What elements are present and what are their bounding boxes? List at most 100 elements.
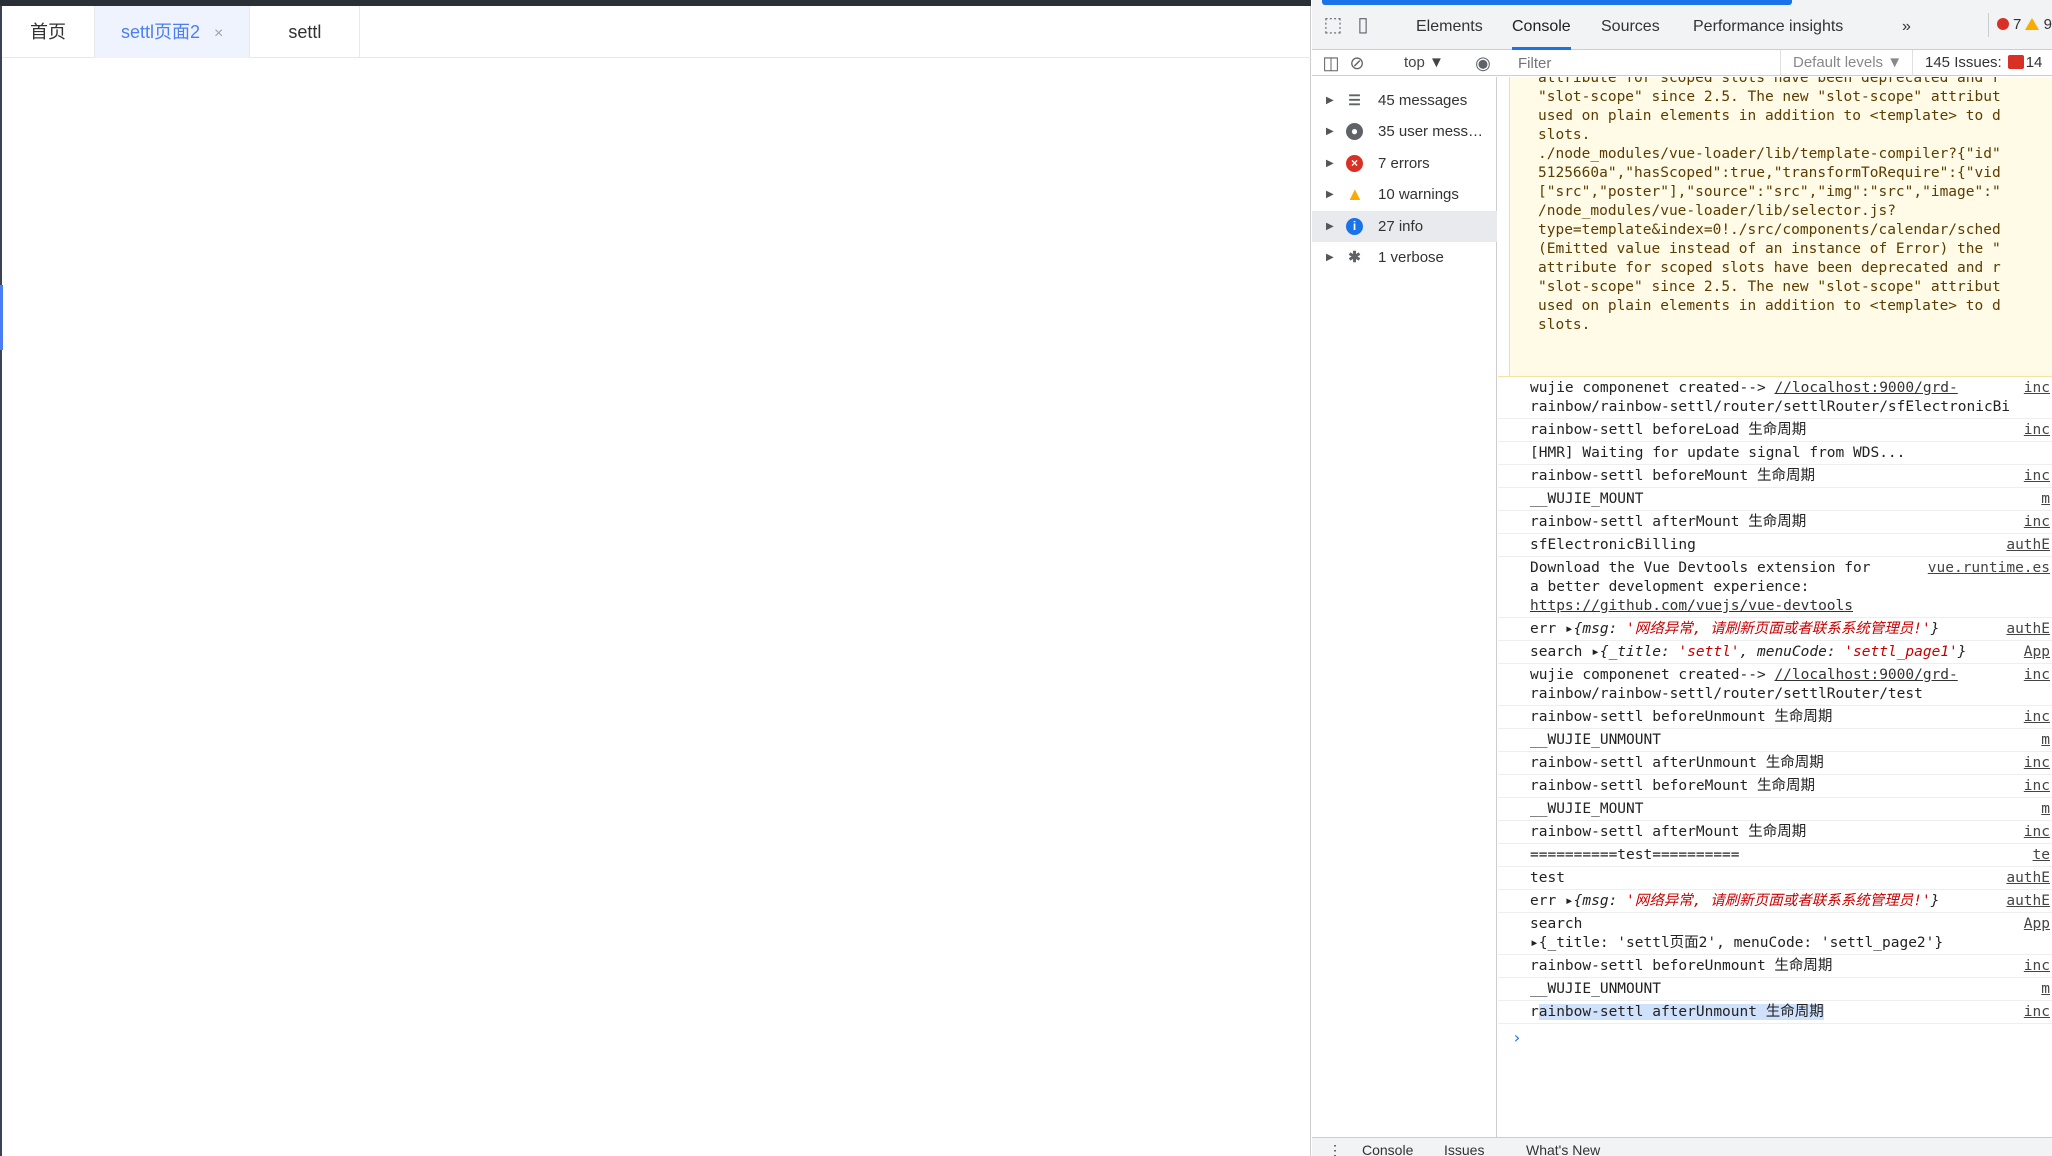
tab-settl[interactable]: settl [250,6,361,58]
warning-message: attribute for scoped slots have been dep… [1498,77,2052,377]
console-prompt[interactable]: › [1512,1028,1522,1047]
log-source-link[interactable]: inc [2024,467,2050,486]
tab-sources[interactable]: Sources [1601,0,1660,50]
expand-arrow-icon[interactable]: ▶ [1326,116,1334,147]
console-log-row[interactable]: rainbow-settl beforeUnmount 生命周期 inc [1498,955,2052,978]
log-source-link[interactable]: m [2041,800,2050,819]
console-log-row[interactable]: rainbow-settl beforeMount 生命周期 inc [1498,465,2052,488]
log-source-link[interactable]: inc [2024,754,2050,773]
expand-arrow-icon[interactable]: ▶ [1326,148,1334,179]
eye-icon[interactable]: ◉ [1472,52,1494,74]
log-link[interactable]: //localhost:9000/grd- [1774,380,1957,396]
tab-home[interactable]: 首页 [2,6,95,58]
log-source-link[interactable]: inc [2024,823,2050,842]
tab-performance-insights[interactable]: Performance insights [1693,0,1843,50]
drawer-tab-issues[interactable]: Issues [1444,1142,1484,1156]
log-source-link[interactable]: authE [2006,892,2050,911]
log-link[interactable]: https://github.com/vuejs/vue-devtools [1530,598,1853,614]
sidebar-toggle-icon[interactable]: ◫ [1320,52,1342,74]
log-levels-dropdown[interactable]: Default levels ▼ [1780,50,1902,76]
console-log-row[interactable]: rainbow-settl afterMount 生命周期 inc [1498,821,2052,844]
inspect-element-icon[interactable]: ⬚ [1322,14,1344,36]
console-log-row[interactable]: rainbow-settl afterUnmount 生命周期 inc [1498,752,2052,775]
tab-settl-page2-label: settl页面2 [121,22,201,42]
log-text: __WUJIE_UNMOUNT [1530,981,1661,997]
sidebar-item-messages[interactable]: ▶ ☰ 45 messages [1312,85,1497,116]
log-source-link[interactable]: authE [2006,869,2050,888]
console-log-row[interactable]: err ▸{msg: '网络异常, 请刷新页面或者联系系统管理员!'} authE [1498,618,2052,641]
console-log-row[interactable]: rainbow-settl beforeLoad 生命周期 inc [1498,419,2052,442]
console-log-row[interactable]: sfElectronicBilling authE [1498,534,2052,557]
log-source-link[interactable]: inc [2024,957,2050,976]
selected-text: ainbow-settl afterUnmount 生命周期 [1538,1004,1824,1020]
console-log-row[interactable]: test authE [1498,867,2052,890]
context-selector[interactable]: top ▼ [1404,50,1444,76]
log-source-link[interactable]: vue.runtime.es [1928,559,2050,578]
log-source-link[interactable]: inc [2024,1003,2050,1022]
console-output[interactable]: attribute for scoped slots have been dep… [1498,77,2052,1137]
expand-arrow-icon[interactable]: ▶ [1326,211,1334,242]
console-log-row[interactable]: __WUJIE_MOUNT m [1498,488,2052,511]
more-tabs-icon[interactable]: » [1902,0,1911,50]
sidebar-item-user-messages[interactable]: ▶ ● 35 user mess… [1312,116,1497,147]
console-log-row[interactable]: err ▸{msg: '网络异常, 请刷新页面或者联系系统管理员!'} authE [1498,890,2052,913]
filter-input[interactable] [1510,51,1765,75]
log-source-link[interactable]: App [2024,643,2050,662]
tab-settl-page2[interactable]: settl页面2 × [95,6,251,58]
console-log-row[interactable]: Download the Vue Devtools extension for … [1498,557,2052,618]
drawer-menu-icon[interactable]: ⋮ [1328,1142,1342,1156]
close-icon[interactable]: × [214,25,223,42]
tab-console[interactable]: Console [1512,0,1571,50]
expand-arrow-icon[interactable]: ▶ [1326,179,1334,210]
log-source-link[interactable]: te [2033,846,2050,865]
log-text: test [1530,870,1565,886]
log-source-link[interactable]: inc [2024,708,2050,727]
console-log-row[interactable]: search ▸{_title: 'settl页面2', menuCode: '… [1498,913,2052,955]
log-source-link[interactable]: inc [2024,666,2050,685]
log-message: rainbow-settl beforeMount 生命周期 [1530,467,1815,486]
drawer-tab-whats-new[interactable]: What's New [1526,1142,1600,1156]
console-log-row[interactable]: rainbow-settl afterUnmount 生命周期 inc [1498,1001,2052,1024]
log-link[interactable]: //localhost:9000/grd- [1774,667,1957,683]
log-source-link[interactable]: m [2041,731,2050,750]
console-log-row[interactable]: rainbow-settl beforeMount 生命周期 inc [1498,775,2052,798]
log-source-link[interactable]: m [2041,490,2050,509]
sidebar-item-errors[interactable]: ▶ × 7 errors [1312,148,1497,179]
log-source-link[interactable]: inc [2024,379,2050,398]
expand-arrow-icon[interactable]: ▶ [1326,85,1334,116]
log-message: wujie componenet created--> //localhost:… [1530,379,2010,417]
tab-elements[interactable]: Elements [1416,0,1483,50]
log-source-link[interactable]: authE [2006,620,2050,639]
log-message: rainbow-settl afterUnmount 生命周期 [1530,1003,1824,1022]
console-log-row[interactable]: __WUJIE_UNMOUNT m [1498,729,2052,752]
log-source-link[interactable]: inc [2024,777,2050,796]
log-string: 'settl' [1678,644,1740,660]
issues-label: 145 Issues: [1925,54,2002,71]
sidebar-item-info[interactable]: ▶ i 27 info [1312,211,1497,242]
left-edge [0,6,2,1156]
device-toolbar-icon[interactable]: ▯ [1352,14,1374,36]
console-log-row[interactable]: __WUJIE_MOUNT m [1498,798,2052,821]
log-source-link[interactable]: authE [2006,536,2050,555]
console-log-row[interactable]: ==========test========== te [1498,844,2052,867]
issues-button[interactable]: 145 Issues: 14 [1912,50,2042,76]
drawer-tab-console[interactable]: Console [1362,1142,1413,1156]
log-object: } [1930,893,1940,909]
console-sidebar: ▶ ☰ 45 messages ▶ ● 35 user mess… ▶ × 7 … [1312,77,1497,1137]
log-source-link[interactable]: m [2041,980,2050,999]
console-log-row[interactable]: search ▸{_title: 'settl', menuCode: 'set… [1498,641,2052,664]
sidebar-item-warnings[interactable]: ▶ ▲ 10 warnings [1312,179,1497,210]
expand-arrow-icon[interactable]: ▶ [1326,242,1334,273]
console-log-row[interactable]: rainbow-settl beforeUnmount 生命周期 inc [1498,706,2052,729]
console-log-row[interactable]: __WUJIE_UNMOUNT m [1498,978,2052,1001]
console-log-row[interactable]: [HMR] Waiting for update signal from WDS… [1498,442,2052,465]
console-log-row[interactable]: wujie componenet created--> //localhost:… [1498,664,2052,706]
issue-counts[interactable]: 7 9 [1987,13,2052,37]
log-source-link[interactable]: App [2024,915,2050,934]
log-source-link[interactable]: inc [2024,421,2050,440]
clear-console-icon[interactable]: ⊘ [1346,52,1368,74]
sidebar-item-verbose[interactable]: ▶ ✱ 1 verbose [1312,242,1497,273]
console-log-row[interactable]: wujie componenet created--> //localhost:… [1498,377,2052,419]
log-source-link[interactable]: inc [2024,513,2050,532]
console-log-row[interactable]: rainbow-settl afterMount 生命周期 inc [1498,511,2052,534]
